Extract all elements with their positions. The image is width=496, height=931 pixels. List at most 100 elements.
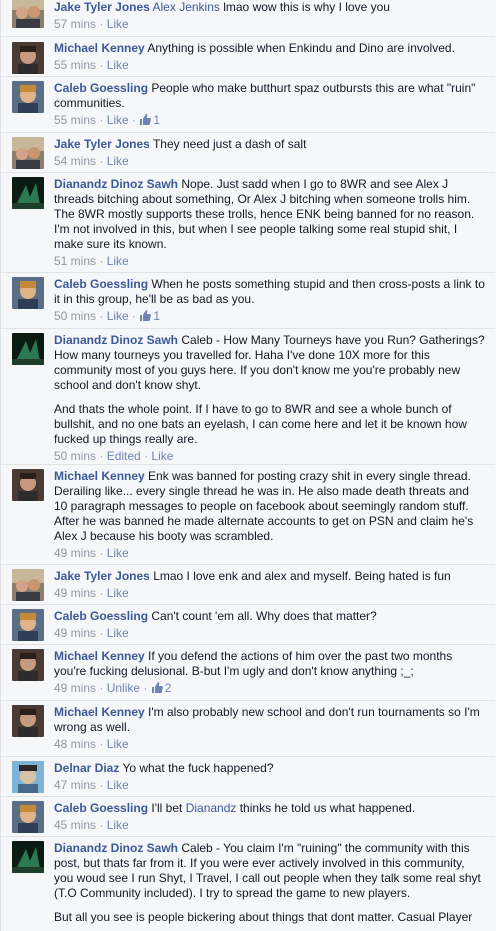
comment-author[interactable]: Caleb Goessling [54,609,148,623]
comment: Dianandz Dinoz Sawh Nope. Just sadd when… [1,172,495,272]
comment-author[interactable]: Michael Kenney [54,649,145,663]
avatar[interactable] [12,469,44,501]
like-button[interactable]: Like [107,154,129,168]
like-button[interactable]: Like [107,626,129,640]
comment-text-paragraph: And thats the whole point. If I have to … [54,402,467,446]
comment-author[interactable]: Delnar Diaz [54,761,119,775]
edited-label[interactable]: Edited [107,449,141,463]
avatar-delnar-diaz [12,761,44,793]
avatar-caleb-goessling [12,609,44,641]
like-count[interactable]: 1 [139,309,160,323]
tagged-user-link[interactable]: Dianandz [186,801,237,815]
comment-timestamp[interactable]: 49 mins [54,626,96,640]
comment: Michael Kenney I'm also probably new sch… [1,700,495,756]
comment-text: Anything is possible when Enkindu and Di… [147,41,455,55]
unlike-button[interactable]: Unlike [107,681,140,695]
comment-text: They need just a dash of salt [152,137,307,151]
comment-timestamp[interactable]: 55 mins [54,113,96,127]
comment-author[interactable]: Michael Kenney [54,705,145,719]
avatar-caleb-goessling [12,801,44,833]
avatar[interactable] [12,801,44,833]
avatar-jake-tyler-jones [12,137,44,169]
avatar-jake-tyler-jones [12,0,44,28]
thumbs-up-icon [140,310,152,321]
comment-text: Can't count 'em all. Why does that matte… [151,609,377,623]
comment-author[interactable]: Michael Kenney [54,41,145,55]
comment: Jake Tyler Jones Lmao I love enk and ale… [1,564,495,604]
avatar-michael-kenney [12,469,44,501]
comment-timestamp[interactable]: 50 mins [54,309,96,323]
avatar-michael-kenney [12,42,44,74]
comment-author[interactable]: Caleb Goessling [54,277,148,291]
comment-timestamp[interactable]: 54 mins [54,154,96,168]
comment-text: Lmao I love enk and alex and myself. Bei… [153,569,451,583]
like-button[interactable]: Like [107,778,129,792]
comment-author[interactable]: Jake Tyler Jones [54,137,150,151]
avatar[interactable] [12,649,44,681]
avatar[interactable] [12,841,44,873]
comment-text-prefix: I'll bet [151,801,186,815]
avatar[interactable] [12,705,44,737]
comment-author[interactable]: Michael Kenney [54,469,145,483]
like-count[interactable]: 1 [139,113,160,127]
avatar[interactable] [12,277,44,309]
like-button[interactable]: Like [107,113,129,127]
comment-author[interactable]: Jake Tyler Jones [54,0,150,14]
comment-author[interactable]: Caleb Goessling [54,801,148,815]
comment-timestamp[interactable]: 47 mins [54,778,96,792]
thumbs-up-icon [151,682,163,693]
comment-author[interactable]: Jake Tyler Jones [54,569,150,583]
comment: Dianandz Dinoz Sawh Caleb - You claim I'… [1,836,495,931]
comment: Dianandz Dinoz Sawh Caleb - How Many Tou… [1,328,495,464]
avatar[interactable] [12,569,44,601]
comment: Michael Kenney Anything is possible when… [1,36,495,76]
comment: Jake Tyler Jones They need just a dash o… [1,132,495,172]
like-button[interactable]: Like [107,737,129,751]
avatar-dianandz-dinoz-sawh [12,841,44,873]
comment-text: lmao wow this is why I love you [219,0,390,14]
tagged-user-link[interactable]: Alex Jenkins [153,0,220,14]
comment-author[interactable]: Caleb Goessling [54,81,148,95]
avatar[interactable] [12,81,44,113]
like-button[interactable]: Like [107,254,129,268]
like-button[interactable]: Like [107,586,129,600]
like-button[interactable]: Like [107,818,129,832]
avatar[interactable] [12,333,44,365]
like-button[interactable]: Like [151,449,173,463]
comment-timestamp[interactable]: 50 mins [54,449,96,463]
comment: Caleb Goessling Can't count 'em all. Why… [1,604,495,644]
avatar-caleb-goessling [12,277,44,309]
comment-author[interactable]: Dianandz Dinoz Sawh [54,841,178,855]
comment-text-paragraph: But all you see is people bickering abou… [54,910,473,924]
avatar[interactable] [12,761,44,793]
avatar[interactable] [12,177,44,209]
like-count[interactable]: 2 [151,681,171,695]
comment-timestamp[interactable]: 55 mins [54,58,96,72]
comment-timestamp[interactable]: 49 mins [54,681,96,695]
comment: Delnar Diaz Yo what the fuck happened? 4… [1,756,495,796]
avatar[interactable] [12,609,44,641]
avatar-michael-kenney [12,705,44,737]
comment-timestamp[interactable]: 51 mins [54,254,96,268]
like-button[interactable]: Like [107,58,129,72]
avatar[interactable] [12,42,44,74]
avatar-dianandz-dinoz-sawh [12,333,44,365]
avatar[interactable] [12,137,44,169]
comment-timestamp[interactable]: 48 mins [54,737,96,751]
comment-author[interactable]: Dianandz Dinoz Sawh [54,177,178,191]
comment-timestamp[interactable]: 49 mins [54,546,96,560]
comment-feed: Jake Tyler Jones Alex Jenkins lmao wow t… [0,0,495,931]
comment: Michael Kenney If you defend the actions… [1,644,495,700]
comment-author[interactable]: Dianandz Dinoz Sawh [54,333,178,347]
like-button[interactable]: Like [107,309,129,323]
like-button[interactable]: Like [107,17,129,31]
comment-timestamp[interactable]: 49 mins [54,586,96,600]
comment-timestamp[interactable]: 45 mins [54,818,96,832]
avatar[interactable] [12,0,44,28]
like-button[interactable]: Like [107,546,129,560]
comment-text: Yo what the fuck happened? [122,761,274,775]
avatar-jake-tyler-jones [12,569,44,601]
comment-timestamp[interactable]: 57 mins [54,17,96,31]
comment-text: thinks he told us what happened. [236,801,416,815]
avatar-michael-kenney [12,649,44,681]
